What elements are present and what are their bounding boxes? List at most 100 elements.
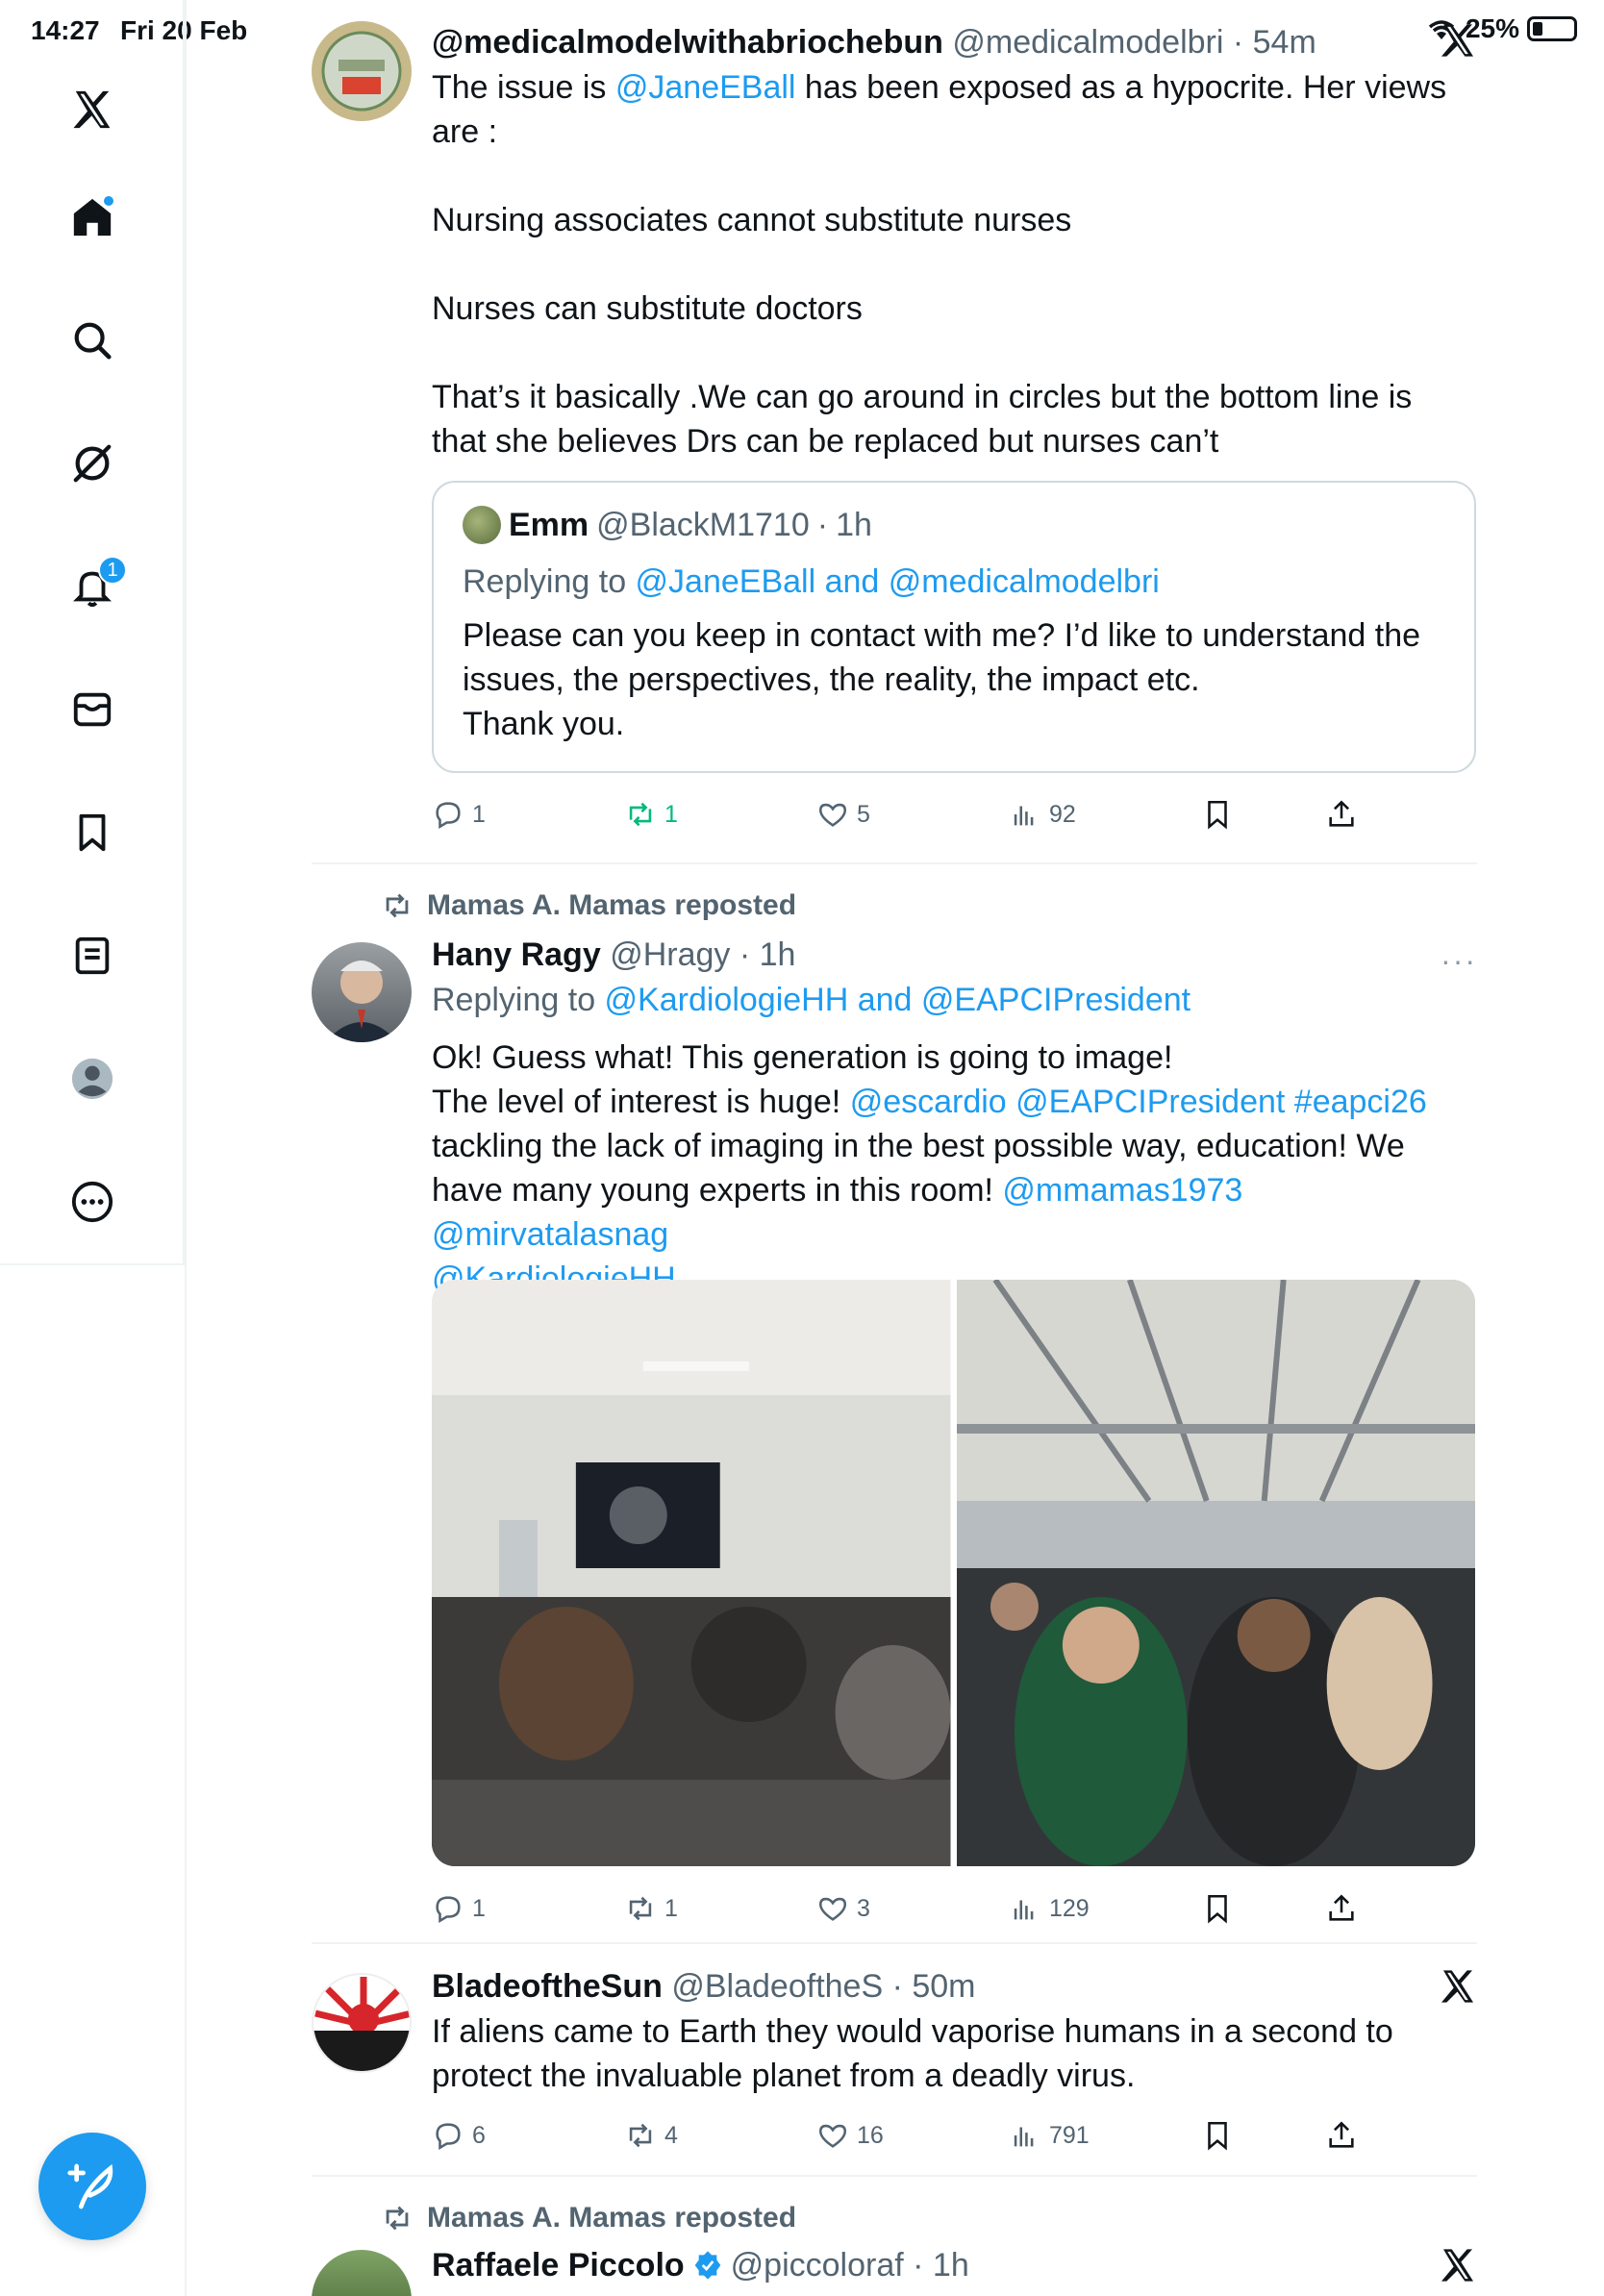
- reply-button[interactable]: 1: [432, 1892, 486, 1925]
- photo-crowd-hall[interactable]: [956, 1280, 1475, 1866]
- sidebar: 1: [0, 0, 185, 1265]
- replying-to-links[interactable]: @KardiologieHH and @EAPCIPresident: [605, 982, 1191, 1018]
- compose-post-button[interactable]: [38, 2133, 146, 2240]
- notifications-bell-icon[interactable]: 1: [63, 556, 127, 615]
- reply-button[interactable]: 6: [432, 2119, 486, 2152]
- verified-badge-icon: [694, 2251, 720, 2280]
- tweet-text: If aliens came to Earth they would vapor…: [432, 2013, 1393, 2094]
- search-icon[interactable]: [63, 312, 121, 369]
- author-handle[interactable]: @medicalmodelbri: [952, 24, 1223, 61]
- mention-link[interactable]: @JaneEBall: [615, 69, 796, 106]
- home-unread-dot: [102, 194, 115, 208]
- feather-plus-icon: [67, 2163, 113, 2209]
- quote-time: 1h: [836, 507, 872, 543]
- views-button[interactable]: 129: [1009, 1892, 1090, 1925]
- avatar[interactable]: [312, 942, 412, 1042]
- quote-text: Thank you.: [463, 706, 625, 742]
- reply-count: 6: [472, 2121, 486, 2149]
- bookmarks-icon[interactable]: [63, 804, 121, 861]
- share-button[interactable]: [1325, 798, 1358, 831]
- x-close-icon[interactable]: [1439, 21, 1477, 60]
- tweet-actions: 1 1 5 92: [432, 798, 1360, 846]
- divider: [312, 1942, 1477, 1944]
- like-button[interactable]: 3: [816, 1892, 870, 1925]
- author-name[interactable]: Hany Ragy: [432, 936, 601, 973]
- divider: [312, 2175, 1477, 2177]
- like-count: 16: [857, 2121, 884, 2149]
- avatar[interactable]: [312, 2250, 412, 2296]
- more-options-icon[interactable]: [63, 1173, 121, 1231]
- x-close-icon[interactable]: [1439, 2246, 1477, 2284]
- quote-replying-to: Replying to @JaneEBall and @medicalmodel…: [463, 560, 1445, 604]
- like-button[interactable]: 5: [816, 798, 870, 831]
- tweet-actions: 6 4 16 791: [432, 2119, 1360, 2167]
- x-close-icon[interactable]: [1439, 1967, 1477, 2006]
- repost-button[interactable]: 1: [624, 798, 678, 831]
- separator-dot: ·: [816, 507, 829, 543]
- views-chart-icon: [1014, 806, 1034, 826]
- mention-links[interactable]: @escardio @EAPCIPresident #eapci26: [850, 1084, 1427, 1120]
- bookmark-button[interactable]: [1201, 798, 1234, 831]
- reply-button[interactable]: 1: [432, 798, 486, 831]
- repost-button[interactable]: 4: [624, 2119, 678, 2152]
- notifications-badge: 1: [98, 556, 127, 585]
- reply-count: 1: [472, 800, 486, 828]
- like-count: 5: [857, 800, 870, 828]
- grok-icon[interactable]: [63, 435, 121, 492]
- rising-sun-logo-icon: [313, 1977, 410, 2071]
- x-logo-icon[interactable]: [63, 81, 121, 138]
- author-handle[interactable]: @Hragy: [610, 936, 730, 973]
- person-photo-icon: [325, 961, 398, 1042]
- share-button[interactable]: [1325, 1892, 1358, 1925]
- lists-icon[interactable]: [63, 927, 121, 985]
- like-button[interactable]: 16: [816, 2119, 884, 2152]
- messages-envelope-icon[interactable]: [63, 681, 121, 738]
- bookmark-button[interactable]: [1201, 1892, 1234, 1925]
- repost-icon: [629, 2123, 652, 2148]
- replying-to-links[interactable]: @JaneEBall and @medicalmodelbri: [636, 563, 1160, 600]
- reposted-by[interactable]: Mamas A. Mamas reposted: [427, 2202, 796, 2234]
- author-handle[interactable]: @piccoloraf: [731, 2247, 904, 2284]
- repost-icon: [629, 802, 652, 827]
- author-name[interactable]: @medicalmodelwithabriochebun: [432, 24, 943, 61]
- heart-icon: [818, 1897, 847, 1921]
- repost-count: 1: [664, 1894, 678, 1922]
- tweet-paragraph: Nurses can substitute doctors: [432, 290, 863, 327]
- author-name[interactable]: Raffaele Piccolo: [432, 2244, 685, 2286]
- bookmark-icon: [1208, 2121, 1227, 2151]
- home-icon[interactable]: [63, 188, 121, 246]
- bookmark-button[interactable]: [1201, 2119, 1234, 2152]
- repost-context: Mamas A. Mamas reposted: [381, 2202, 796, 2234]
- tweet-time[interactable]: 1h: [760, 936, 796, 973]
- heart-icon: [818, 803, 847, 827]
- tweet-time[interactable]: 50m: [912, 1968, 975, 2005]
- views-count: 791: [1049, 2121, 1090, 2149]
- quoted-tweet[interactable]: Emm @BlackM1710 · 1h Replying to @JaneEB…: [432, 481, 1476, 773]
- reposted-by[interactable]: Mamas A. Mamas reposted: [427, 889, 796, 922]
- avatar[interactable]: [312, 21, 412, 121]
- views-count: 92: [1049, 800, 1076, 828]
- tweet-line: The level of interest is huge!: [432, 1084, 850, 1120]
- repost-icon: [386, 2206, 409, 2231]
- views-button[interactable]: 92: [1009, 798, 1076, 831]
- replying-prefix: Replying to: [432, 982, 605, 1018]
- more-menu-button[interactable]: ···: [1441, 943, 1477, 979]
- photo-conference-room[interactable]: [432, 1280, 951, 1866]
- tweet-actions: 1 1 3 129: [432, 1892, 1360, 1940]
- views-count: 129: [1049, 1894, 1090, 1922]
- repost-context: Mamas A. Mamas reposted: [381, 889, 796, 922]
- avatar[interactable]: [312, 1973, 412, 2073]
- views-button[interactable]: 791: [1009, 2119, 1090, 2152]
- share-button[interactable]: [1325, 2119, 1358, 2152]
- reply-icon: [436, 2123, 461, 2151]
- replying-prefix: Replying to: [463, 563, 636, 600]
- separator-dot: ·: [883, 1968, 913, 2005]
- author-handle[interactable]: @BladeoftheS: [671, 1968, 883, 2005]
- reply-count: 1: [472, 1894, 486, 1922]
- tweet-time[interactable]: 1h: [933, 2247, 969, 2284]
- repost-button[interactable]: 1: [624, 1892, 678, 1925]
- quote-header: Emm @BlackM1710 · 1h: [463, 504, 1445, 546]
- author-name[interactable]: BladeoftheSun: [432, 1968, 663, 2005]
- tweet-time[interactable]: 54m: [1253, 24, 1316, 61]
- profile-avatar-icon[interactable]: [63, 1050, 121, 1108]
